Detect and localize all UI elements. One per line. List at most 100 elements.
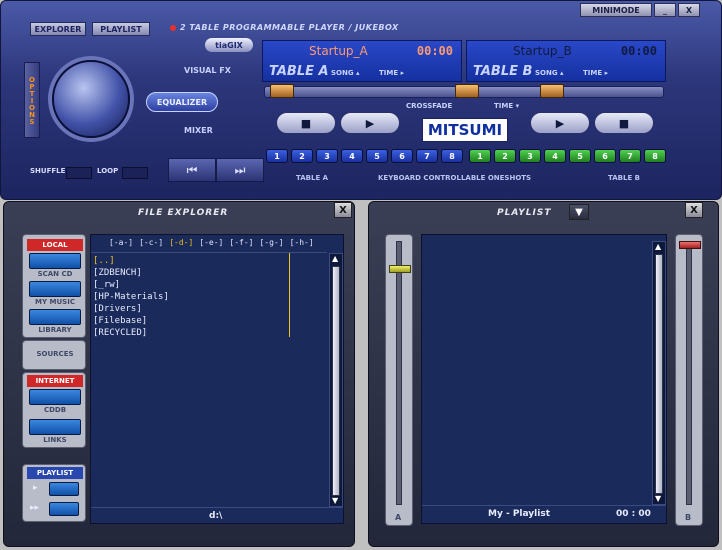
list-item[interactable]: [Drivers] [91, 303, 289, 315]
oneshot-b-5[interactable]: 5 [569, 149, 591, 163]
playlist-dropdown-button[interactable]: ▼ [569, 204, 589, 220]
playlist-title: PLAYLIST [497, 208, 552, 218]
list-item[interactable]: [..] [91, 255, 289, 267]
table-a-footer: TABLE A [296, 174, 329, 182]
playlist-list-area: ▲ ▼ My - Playlist 00 : 00 [421, 234, 667, 524]
list-item[interactable]: [Filebase] [91, 315, 289, 327]
internet-header: INTERNET [27, 375, 83, 387]
oneshot-a-5[interactable]: 5 [366, 149, 388, 163]
loop-indicator[interactable] [122, 167, 148, 179]
drive-a[interactable]: [-a-] [109, 238, 133, 247]
table-b-pitch-handle[interactable] [540, 84, 564, 98]
playlist-close-button[interactable]: X [685, 202, 703, 218]
table-a-pitch-handle[interactable] [270, 84, 294, 98]
list-item[interactable]: [_rw] [91, 279, 289, 291]
minimize-button[interactable]: _ [654, 3, 676, 17]
volume-a-slot: A [385, 234, 413, 526]
scroll-up-icon[interactable]: ▲ [655, 242, 661, 251]
mixer-label[interactable]: MIXER [184, 126, 213, 135]
drive-g[interactable]: [-g-] [259, 238, 283, 247]
scroll-down-icon[interactable]: ▼ [655, 494, 661, 503]
minimode-button[interactable]: MINIMODE [580, 3, 652, 17]
playlist-scrollbar[interactable]: ▲ ▼ [652, 241, 666, 505]
drive-d[interactable]: [-d-] [169, 238, 193, 247]
fast-forward-icon: ▸▸ [30, 503, 40, 513]
current-path: d:\ [209, 511, 223, 521]
drive-bar: [-a-] [-c-] [-d-] [-e-] [-f-] [-g-] [-h-… [109, 238, 314, 247]
list-item[interactable]: [ZDBENCH] [91, 267, 289, 279]
file-list-area: [-a-] [-c-] [-d-] [-e-] [-f-] [-g-] [-h-… [90, 234, 344, 524]
oneshot-a-1[interactable]: 1 [266, 149, 288, 163]
table-a-song-sort[interactable]: SONG ▴ [331, 69, 360, 77]
oneshot-a-4[interactable]: 4 [341, 149, 363, 163]
oneshot-a-7[interactable]: 7 [416, 149, 438, 163]
oneshot-b-2[interactable]: 2 [494, 149, 516, 163]
volume-knob[interactable] [52, 60, 130, 138]
tab-playlist[interactable]: PLAYLIST [92, 22, 150, 36]
playlist-header: PLAYLIST [27, 467, 83, 479]
table-b-time-sort[interactable]: TIME ▸ [583, 69, 608, 77]
close-button[interactable]: X [678, 3, 700, 17]
cddb-button[interactable] [29, 389, 81, 405]
crossfade-time-toggle[interactable]: TIME ▾ [494, 102, 519, 110]
previous-button[interactable]: ⏮ [168, 158, 216, 182]
oneshot-b-7[interactable]: 7 [619, 149, 641, 163]
mitsumi-logo: MITSUMI [422, 118, 508, 142]
my-music-button[interactable] [29, 281, 81, 297]
table-b-label: TABLE B [473, 64, 533, 79]
table-a-stop-button[interactable]: ■ [276, 112, 336, 134]
scroll-up-icon[interactable]: ▲ [332, 254, 338, 263]
list-item[interactable]: [HP-Materials] [91, 291, 289, 303]
file-explorer-panel: FILE EXPLORER X LOCAL SCAN CD MY MUSIC L… [3, 201, 355, 547]
oneshot-a-8[interactable]: 8 [441, 149, 463, 163]
oneshot-b-3[interactable]: 3 [519, 149, 541, 163]
equalizer-button[interactable]: EQUALIZER [146, 92, 218, 112]
sources-group[interactable]: SOURCES [22, 340, 86, 370]
table-a-time-sort[interactable]: TIME ▸ [379, 69, 404, 77]
table-a-oneshots: 1 2 3 4 5 6 7 8 [266, 149, 463, 163]
drive-e[interactable]: [-e-] [199, 238, 223, 247]
options-button[interactable]: OPTIONS [24, 62, 40, 138]
file-explorer-close-button[interactable]: X [334, 202, 352, 218]
library-label: LIBRARY [38, 326, 72, 334]
library-button[interactable] [29, 309, 81, 325]
oneshot-b-4[interactable]: 4 [544, 149, 566, 163]
drive-h[interactable]: [-h-] [290, 238, 314, 247]
oneshot-a-3[interactable]: 3 [316, 149, 338, 163]
oneshot-b-1[interactable]: 1 [469, 149, 491, 163]
scan-cd-button[interactable] [29, 253, 81, 269]
loop-toggle[interactable]: LOOP [97, 167, 118, 175]
volume-a-handle[interactable] [389, 265, 411, 273]
volume-b-track[interactable] [686, 241, 692, 505]
scroll-thumb[interactable] [332, 266, 340, 496]
crossfade-handle[interactable] [455, 84, 479, 98]
table-b-track: Startup_B [513, 44, 572, 58]
table-b-play-button[interactable]: ▶ [530, 112, 590, 134]
volume-a-track[interactable] [396, 241, 402, 505]
drive-f[interactable]: [-f-] [229, 238, 253, 247]
scroll-thumb[interactable] [655, 254, 663, 494]
oneshot-a-2[interactable]: 2 [291, 149, 313, 163]
file-list-scrollbar[interactable]: ▲ ▼ [329, 253, 343, 507]
oneshot-b-6[interactable]: 6 [594, 149, 616, 163]
table-a-play-button[interactable]: ▶ [340, 112, 400, 134]
oneshots-label: KEYBOARD CONTROLLABLE ONESHOTS [378, 174, 532, 182]
list-item[interactable]: [RECYCLED] [91, 327, 289, 339]
table-b-stop-button[interactable]: ■ [594, 112, 654, 134]
volume-b-handle[interactable] [679, 241, 701, 249]
shuffle-indicator[interactable] [66, 167, 92, 179]
scroll-down-icon[interactable]: ▼ [332, 496, 338, 505]
playlist-add-button[interactable] [49, 482, 79, 496]
oneshot-b-8[interactable]: 8 [644, 149, 666, 163]
next-button[interactable]: ⏭ [216, 158, 264, 182]
tab-explorer[interactable]: EXPLORER [30, 22, 86, 36]
visual-fx-label[interactable]: VISUAL FX [184, 66, 231, 75]
table-b-song-sort[interactable]: SONG ▴ [535, 69, 564, 77]
playlist-add-all-button[interactable] [49, 502, 79, 516]
drive-c[interactable]: [-c-] [139, 238, 163, 247]
links-label: LINKS [43, 436, 67, 444]
scan-cd-label: SCAN CD [37, 270, 73, 278]
shuffle-toggle[interactable]: SHUFFLE [30, 167, 65, 175]
links-button[interactable] [29, 419, 81, 435]
oneshot-a-6[interactable]: 6 [391, 149, 413, 163]
